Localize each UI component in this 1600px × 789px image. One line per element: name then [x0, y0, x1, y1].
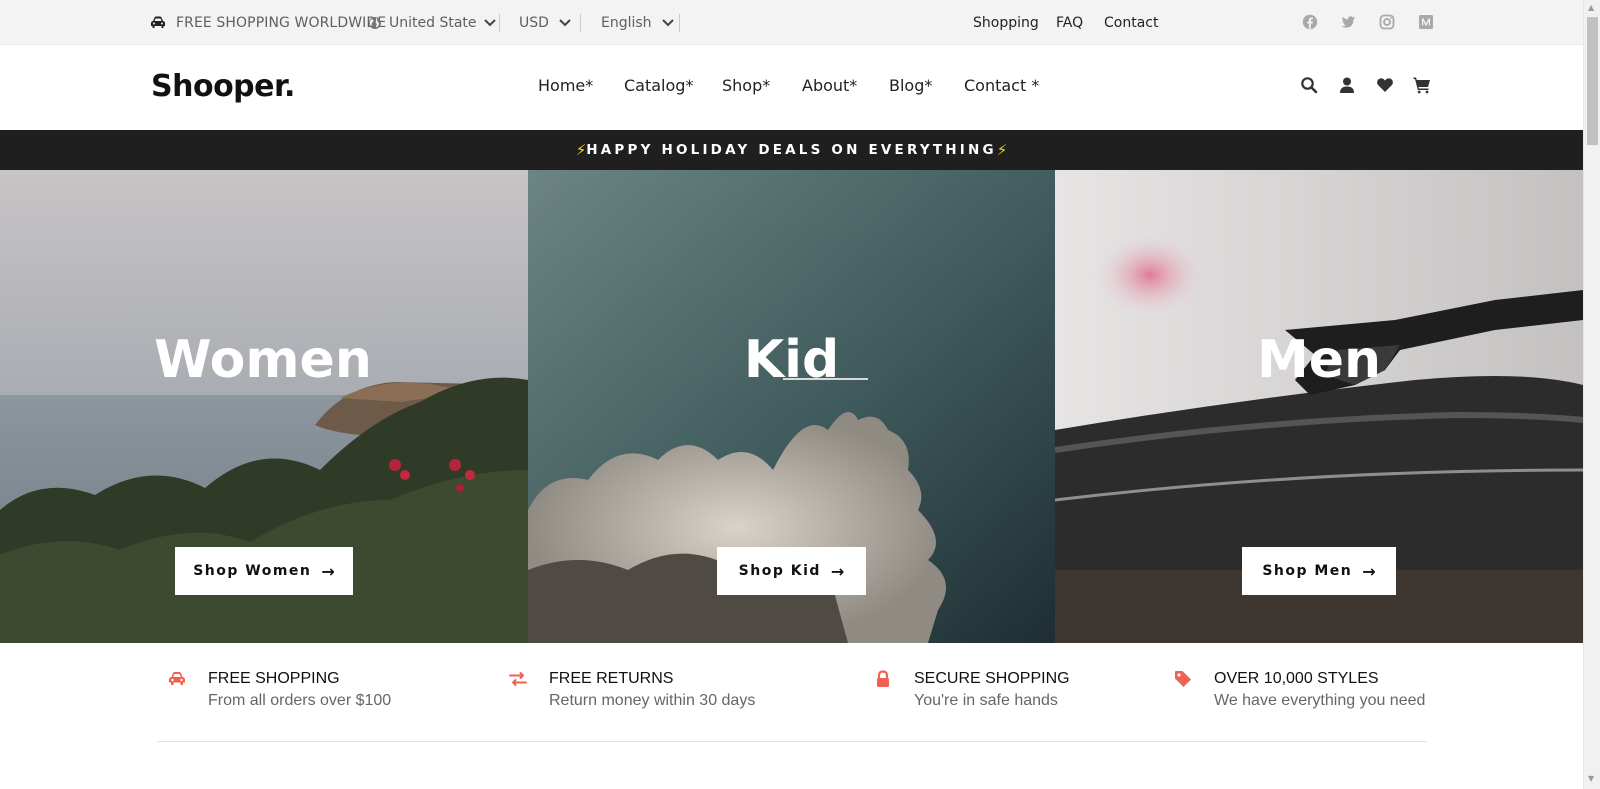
- feature-subtitle: Return money within 30 days: [549, 692, 756, 709]
- country-label: United State: [389, 14, 477, 31]
- currency-label: USD: [519, 14, 549, 31]
- nav-catalog[interactable]: Catalog*: [624, 76, 693, 95]
- search-icon[interactable]: [1300, 76, 1318, 94]
- chevron-down-icon: [483, 18, 496, 26]
- scroll-down-icon[interactable]: ▼: [1588, 774, 1594, 783]
- tag-icon: [1175, 671, 1191, 687]
- free-shipping-notice: FREE SHOPPING WORLDWIDE: [150, 0, 386, 45]
- button-label: Shop Women: [193, 563, 312, 579]
- exchange-icon: [509, 672, 527, 686]
- scrollbar-thumb[interactable]: [1587, 17, 1598, 145]
- arrow-right-icon: →: [1362, 561, 1376, 581]
- promo-banner: ⚡ HAPPY HOLIDAY DEALS ON EVERYTHING ⚡: [0, 130, 1583, 170]
- facebook-icon[interactable]: [1302, 14, 1318, 30]
- top-bar: FREE SHOPPING WORLDWIDE United State USD…: [0, 0, 1583, 45]
- nav-about[interactable]: About*: [802, 76, 857, 95]
- category-panel-kid[interactable]: Kid Shop Kid →: [528, 170, 1055, 643]
- feature-subtitle: You're in safe hands: [914, 692, 1058, 709]
- language-selector[interactable]: English: [601, 0, 674, 45]
- nav-contact[interactable]: Contact *: [964, 76, 1039, 95]
- category-panel-men[interactable]: Men Shop Men →: [1055, 170, 1583, 643]
- medium-icon[interactable]: [1418, 14, 1434, 30]
- language-label: English: [601, 14, 652, 31]
- lock-icon: [877, 670, 889, 687]
- vertical-scrollbar[interactable]: ▲ ▼: [1583, 0, 1600, 789]
- lightning-icon: ⚡: [996, 141, 1008, 159]
- chevron-down-icon: [661, 18, 674, 26]
- top-link-shopping[interactable]: Shopping: [973, 0, 1039, 45]
- feature-subtitle: We have everything you need: [1214, 692, 1426, 709]
- chevron-down-icon: [559, 18, 571, 26]
- button-label: Shop Kid: [738, 563, 821, 579]
- nav-blog[interactable]: Blog*: [889, 76, 932, 95]
- shop-men-button[interactable]: Shop Men →: [1242, 547, 1396, 595]
- section-divider: [157, 741, 1427, 742]
- currency-selector[interactable]: USD: [519, 0, 571, 45]
- divider: [499, 14, 500, 32]
- shop-women-button[interactable]: Shop Women →: [175, 547, 353, 595]
- site-logo[interactable]: Shooper.: [151, 69, 295, 104]
- heart-icon[interactable]: [1376, 76, 1394, 94]
- feature-title: SECURE SHOPPING: [914, 670, 1070, 687]
- arrow-right-icon: →: [321, 561, 335, 581]
- globe-icon: [369, 16, 381, 29]
- divider: [580, 14, 581, 32]
- car-icon: [169, 672, 185, 685]
- main-header: Shooper. Home* Catalog* Shop* About* Blo…: [0, 45, 1583, 130]
- top-link-contact[interactable]: Contact: [1104, 0, 1158, 45]
- country-selector[interactable]: United State: [368, 0, 496, 45]
- button-label: Shop Men: [1262, 563, 1353, 579]
- lightning-icon: ⚡: [575, 141, 587, 159]
- category-panels: Women Shop Women → Kid Shop Kid → Men Sh…: [0, 170, 1583, 643]
- divider: [679, 14, 680, 32]
- features-row: FREE SHOPPING From all orders over $100 …: [0, 643, 1583, 743]
- category-title: Men: [1256, 330, 1382, 390]
- scroll-up-icon[interactable]: ▲: [1588, 3, 1594, 12]
- feature-subtitle: From all orders over $100: [208, 692, 392, 709]
- cart-icon[interactable]: [1413, 76, 1431, 94]
- category-title: Kid: [743, 330, 840, 390]
- instagram-icon[interactable]: [1379, 14, 1395, 30]
- arrow-right-icon: →: [830, 561, 845, 581]
- twitter-icon[interactable]: [1340, 14, 1356, 30]
- category-title: Women: [154, 330, 372, 390]
- nav-shop[interactable]: Shop*: [722, 76, 770, 95]
- user-icon[interactable]: [1338, 76, 1356, 94]
- category-panel-women[interactable]: Women Shop Women →: [0, 170, 528, 643]
- top-link-faq[interactable]: FAQ: [1056, 0, 1083, 45]
- feature-title: OVER 10,000 STYLES: [1214, 670, 1379, 687]
- free-shipping-text: FREE SHOPPING WORLDWIDE: [176, 14, 387, 31]
- shop-kid-button[interactable]: Shop Kid →: [717, 547, 866, 595]
- nav-home[interactable]: Home*: [538, 76, 593, 95]
- car-icon: [151, 16, 165, 28]
- promo-text: HAPPY HOLIDAY DEALS ON EVERYTHING: [586, 142, 997, 158]
- feature-title: FREE RETURNS: [549, 670, 674, 687]
- feature-title: FREE SHOPPING: [208, 670, 340, 687]
